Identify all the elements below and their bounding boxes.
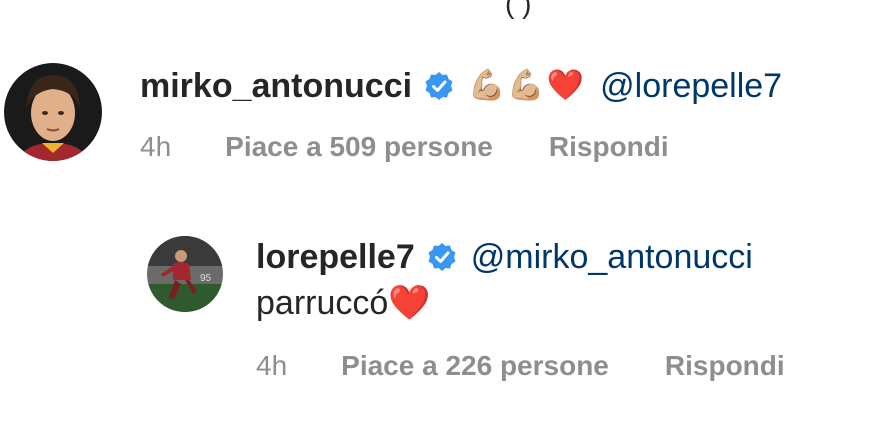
heart-emoji: ❤️ xyxy=(388,284,431,322)
svg-text:95: 95 xyxy=(200,273,212,284)
verified-badge-icon xyxy=(424,71,454,101)
timestamp: 4h xyxy=(140,131,172,162)
likes-count[interactable]: Piace a 226 persone xyxy=(341,350,609,382)
reply-button[interactable]: Rispondi xyxy=(665,350,785,382)
likes-count[interactable]: Piace a 509 persone xyxy=(225,131,493,163)
cropped-text-fragment: ( ) xyxy=(505,0,532,19)
mention-link[interactable]: @mirko_antonucci xyxy=(471,236,753,278)
mention-link[interactable]: @lorepelle7 xyxy=(600,65,782,107)
username[interactable]: lorepelle7 xyxy=(256,236,415,278)
reply-button[interactable]: Rispondi xyxy=(549,131,669,163)
comment: mirko_antonucci 💪🏼💪🏼❤️ @lorepelle7 4h Pi… xyxy=(4,63,782,163)
timestamp: 4h xyxy=(256,350,288,381)
emoji-text: 💪🏼💪🏼❤️ xyxy=(468,69,587,102)
avatar[interactable]: 95 xyxy=(147,236,223,312)
reply-comment: 95 lorepelle7 @mirko_antonucci parruccó … xyxy=(147,236,785,382)
verified-badge-icon xyxy=(427,242,457,272)
avatar[interactable] xyxy=(4,63,102,161)
comment-text: parruccó xyxy=(256,284,389,322)
username[interactable]: mirko_antonucci xyxy=(140,65,412,107)
